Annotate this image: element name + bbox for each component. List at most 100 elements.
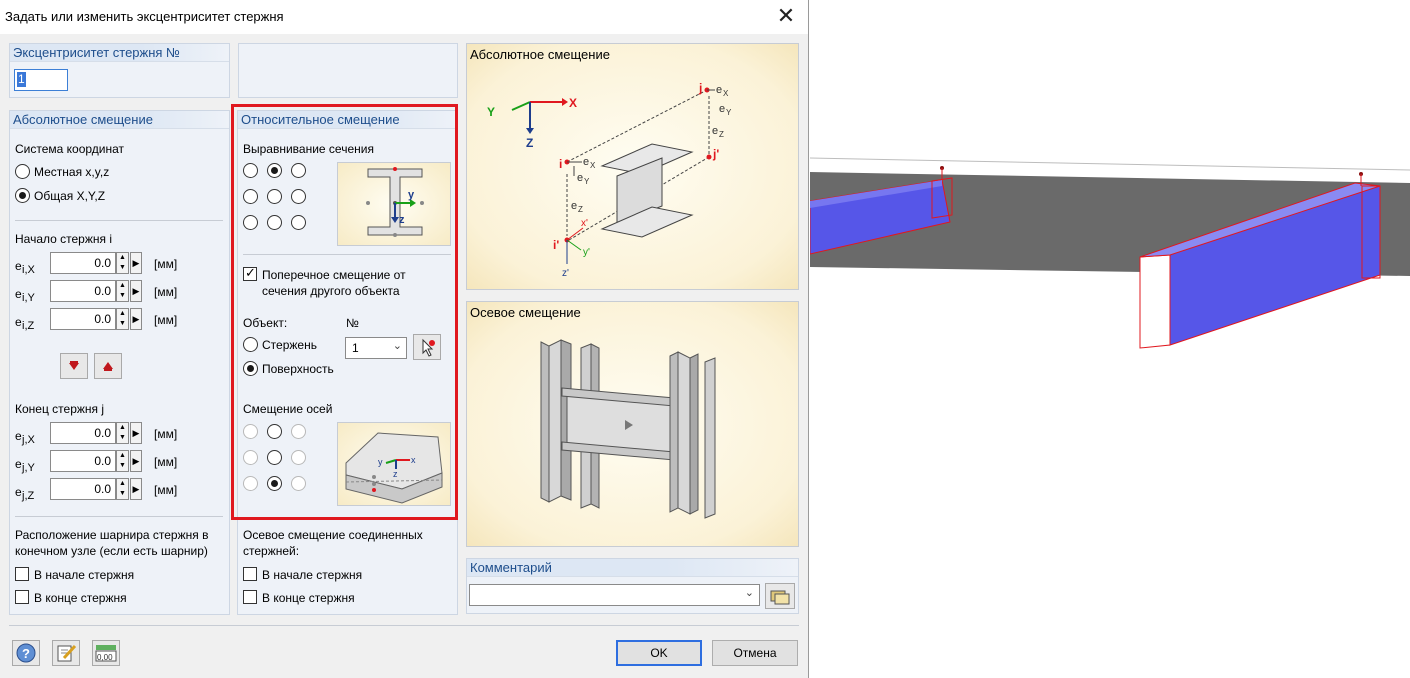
- svg-text:Y: Y: [487, 105, 495, 119]
- ecc-number-heading: Эксцентриситет стержня №: [10, 44, 229, 62]
- axial-end-label: В конце стержня: [262, 591, 355, 605]
- svg-text:e: e: [571, 200, 577, 212]
- start-y-spinner[interactable]: ▲ ▼: [116, 280, 129, 302]
- svg-text:e: e: [719, 103, 725, 115]
- model-canvas: [810, 155, 1410, 349]
- dialog-title: Задать или изменить эксцентриситет стерж…: [5, 9, 284, 24]
- hinge-location-label: Расположение шарнира стержня в конечном …: [15, 528, 209, 558]
- arrow-down-icon: [69, 361, 79, 370]
- end-x-symbol: e: [15, 429, 22, 443]
- cancel-button[interactable]: Отмена: [712, 640, 798, 666]
- divider: [15, 516, 223, 517]
- hinge-end-label: В конце стержня: [34, 591, 127, 605]
- svg-text:i: i: [559, 157, 562, 171]
- edit-pencil-icon: [57, 644, 77, 662]
- end-y-spinner[interactable]: ▲ ▼: [116, 450, 129, 472]
- end-z-input[interactable]: 0.0: [50, 478, 116, 500]
- end-y-unit: [мм]: [154, 455, 178, 469]
- library-icon: [770, 590, 790, 605]
- start-z-spinner[interactable]: ▲ ▼: [116, 308, 129, 330]
- end-x-spinner[interactable]: ▲ ▼: [116, 422, 129, 444]
- svg-text:X: X: [569, 96, 577, 110]
- coord-system-label: Система координат: [15, 142, 125, 156]
- coord-local-radio[interactable]: [15, 164, 30, 179]
- start-y-input[interactable]: 0.0: [50, 280, 116, 302]
- start-y-unit: [мм]: [154, 285, 178, 299]
- hinge-end-checkbox[interactable]: [15, 590, 29, 604]
- start-z-menu-arrow[interactable]: ▶: [130, 308, 142, 330]
- end-y-sub: j,Y: [22, 462, 35, 474]
- svg-text:X: X: [723, 89, 729, 98]
- svg-text:X: X: [590, 161, 596, 170]
- help-icon: ?: [16, 643, 36, 663]
- svg-text:Z: Z: [578, 205, 583, 214]
- hinge-start-label: В начале стержня: [34, 568, 135, 582]
- svg-text:e: e: [716, 84, 722, 96]
- help-button[interactable]: ?: [12, 640, 40, 666]
- ecc-number-value: 1: [17, 72, 26, 87]
- end-z-unit: [мм]: [154, 483, 178, 497]
- end-x-sub: j,X: [22, 434, 35, 446]
- svg-text:?: ?: [22, 646, 30, 661]
- start-z-symbol: e: [15, 315, 22, 329]
- end-z-symbol: e: [15, 485, 22, 499]
- comment-library-button[interactable]: [765, 583, 795, 609]
- units-icon: 0,00: [95, 645, 117, 662]
- start-x-sub: i,X: [22, 264, 35, 276]
- comment-heading: Комментарий: [467, 559, 798, 577]
- units-button[interactable]: 0,00: [92, 640, 120, 666]
- arrow-up-button[interactable]: [94, 353, 122, 379]
- arrow-up-icon: [103, 362, 113, 371]
- absolute-offset-picture: Абсолютное смещение X Y Z i eX eY eZ i': [466, 43, 799, 290]
- absolute-offset-heading: Абсолютное смещение: [10, 111, 229, 129]
- title-bar: Задать или изменить эксцентриситет стерж…: [0, 0, 808, 34]
- svg-text:Y: Y: [584, 177, 590, 186]
- end-x-input[interactable]: 0.0: [50, 422, 116, 444]
- svg-text:e: e: [712, 125, 718, 137]
- end-x-unit: [мм]: [154, 427, 178, 441]
- svg-text:Z: Z: [526, 136, 533, 150]
- chevron-down-icon: ⌄: [744, 587, 754, 599]
- svg-text:y': y': [583, 247, 590, 258]
- coord-global-label: Общая X,Y,Z: [34, 189, 106, 203]
- svg-text:z': z': [562, 268, 569, 279]
- start-x-unit: [мм]: [154, 257, 178, 271]
- start-y-menu-arrow[interactable]: ▶: [130, 280, 142, 302]
- start-x-spinner[interactable]: ▲ ▼: [116, 252, 129, 274]
- start-z-sub: i,Z: [22, 320, 35, 332]
- member-eccentricity-diagram: X Y Z i eX eY eZ i' x' y' z' j e X e Y e…: [487, 81, 732, 279]
- end-z-spinner[interactable]: ▲ ▼: [116, 478, 129, 500]
- dialog-window: Задать или изменить эксцентриситет стерж…: [0, 0, 809, 678]
- svg-text:j': j': [712, 147, 719, 161]
- start-y-sub: i,Y: [22, 292, 35, 304]
- axial-offset-picture: Осевое смещение: [466, 301, 799, 547]
- svg-text:0,00: 0,00: [97, 653, 113, 662]
- coord-local-label: Местная x,y,z: [34, 165, 110, 179]
- ecc-number-group: Эксцентриситет стержня № 1: [9, 43, 230, 98]
- start-y-symbol: e: [15, 287, 22, 301]
- axial-start-checkbox[interactable]: [243, 567, 257, 581]
- ok-button[interactable]: OK: [616, 640, 702, 666]
- comment-input[interactable]: ⌄: [469, 584, 760, 606]
- divider: [15, 220, 223, 221]
- footer-divider: [9, 625, 799, 626]
- hinge-start-checkbox[interactable]: [15, 567, 29, 581]
- start-x-menu-arrow[interactable]: ▶: [130, 252, 142, 274]
- start-z-input[interactable]: 0.0: [50, 308, 116, 330]
- end-z-menu-arrow[interactable]: ▶: [130, 478, 142, 500]
- close-button[interactable]: ✕: [772, 3, 800, 31]
- end-y-menu-arrow[interactable]: ▶: [130, 450, 142, 472]
- member-end-label: Конец стержня j: [15, 402, 105, 416]
- axial-end-checkbox[interactable]: [243, 590, 257, 604]
- end-y-input[interactable]: 0.0: [50, 450, 116, 472]
- start-x-input[interactable]: 0.0: [50, 252, 116, 274]
- edit-button[interactable]: [52, 640, 80, 666]
- end-x-menu-arrow[interactable]: ▶: [130, 422, 142, 444]
- model-3d-view[interactable]: [810, 0, 1410, 678]
- ecc-number-input[interactable]: 1: [14, 69, 68, 91]
- coord-global-radio[interactable]: [15, 188, 30, 203]
- arrow-down-button[interactable]: [60, 353, 88, 379]
- svg-text:e: e: [583, 156, 589, 168]
- svg-text:e: e: [577, 172, 583, 184]
- svg-text:j: j: [698, 81, 702, 95]
